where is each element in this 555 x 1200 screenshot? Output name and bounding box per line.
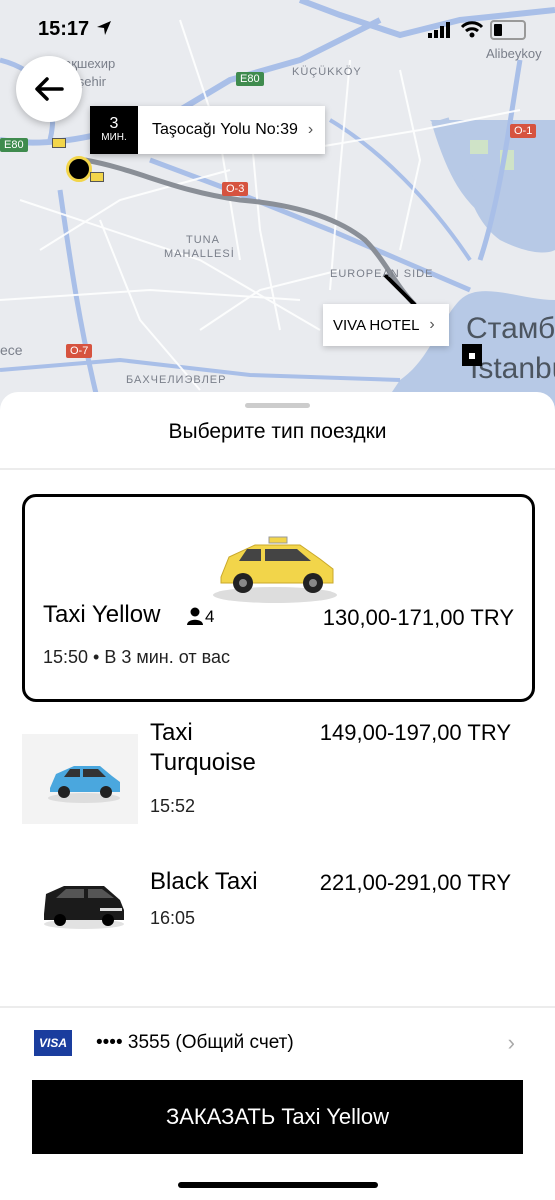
map-label-bahcelievler: БАХЧЕЛИЭВЛЕР [126,374,227,386]
status-bar: 15:17 [0,0,555,60]
destination-pill[interactable]: VIVA HOTEL › [323,304,449,346]
ride-price: 221,00-291,00 TRY [319,870,511,895]
home-indicator[interactable] [178,1182,378,1188]
signal-icon [428,22,450,38]
ride-option-black-taxi[interactable]: Black Taxi 221,00-291,00 TRY 16:05 [0,864,555,964]
ride-option-taxi-yellow[interactable]: Taxi Yellow 4 130,00-171,00 TRY 15:50 • … [22,494,535,702]
nearby-car-icon [90,172,104,182]
road-shield-e80: E80 [236,72,264,86]
pickup-address: Taşocağı Yolu No:39 [152,121,298,138]
map-city-ru: Стамб [466,312,555,345]
ride-eta: 15:50 • В 3 мин. от вас [43,647,230,667]
person-icon [187,607,203,625]
ride-name: Taxi Yellow [43,601,161,628]
chevron-right-icon: › [429,316,435,333]
arrow-left-icon [35,77,64,101]
order-button[interactable]: ЗАКАЗАТЬ Taxi Yellow [32,1080,523,1154]
destination-marker-icon [462,344,482,366]
battery-icon [490,20,526,40]
pickup-eta-number: 3 [109,115,119,132]
visa-card-icon: VISA [34,1030,72,1056]
road-shield-o7: O-7 [66,344,93,358]
road-shield-o1: O-1 [510,124,537,138]
destination-name: VIVA HOTEL [333,316,420,334]
ride-price: 130,00-171,00 TRY [322,605,514,630]
map-label-mahallesi: MAHALLESİ [164,248,235,260]
ride-eta: 16:05 [150,908,196,928]
map-label-tuna: TUNA [186,234,220,246]
pickup-marker-icon [66,156,92,182]
status-time: 15:17 [38,18,90,40]
divider [0,468,555,470]
map-label-kucukkoy: KÜÇÜKKÖY [292,66,362,78]
map-label-european-side: EUROPEAN SIDE [330,268,434,280]
sheet-grabber[interactable] [245,403,310,408]
divider [0,1006,555,1008]
pickup-eta-box: 3 МИН. [90,106,138,154]
ride-name: Taxi Turquoise [150,719,256,776]
payment-method-text: •••• 3555 (Общий счет) [96,1032,294,1053]
taxi-yellow-car-icon [213,536,337,603]
nearby-car-icon [52,138,66,148]
chevron-right-icon: › [507,1030,515,1055]
sheet-title: Выберите тип поездки [168,420,387,443]
road-shield-e80-west: E80 [0,138,28,152]
map-label-ece: ece [0,342,23,358]
pickup-location-pill[interactable]: 3 МИН. Taşocağı Yolu No:39 › [90,106,326,154]
back-button[interactable] [16,56,82,122]
ride-selection-sheet: Выберите тип поездки Taxi Yellow 4 130,0… [0,392,555,1200]
taxi-turquoise-car-icon [48,766,120,803]
chevron-right-icon: › [307,121,314,138]
ride-seats: 4 [205,607,215,626]
payment-method-row[interactable]: VISA •••• 3555 (Общий счет) › [0,1022,555,1066]
ride-option-taxi-turquoise[interactable]: Taxi Turquoise 149,00-197,00 TRY 15:52 [0,718,555,838]
map[interactable]: KÜÇÜKKÖY TUNA MAHALLESİ EUROPEAN SIDE БА… [0,0,555,410]
map-city-tr: İstanbu [470,352,555,385]
pickup-eta-unit: МИН. [101,132,127,143]
ride-eta: 15:52 [150,796,196,816]
location-arrow-icon [97,21,111,35]
ride-name: Black Taxi [150,868,258,895]
black-taxi-car-icon [44,886,124,929]
ride-price: 149,00-197,00 TRY [319,720,511,745]
wifi-icon [460,21,484,38]
road-shield-o3: O-3 [222,182,249,196]
